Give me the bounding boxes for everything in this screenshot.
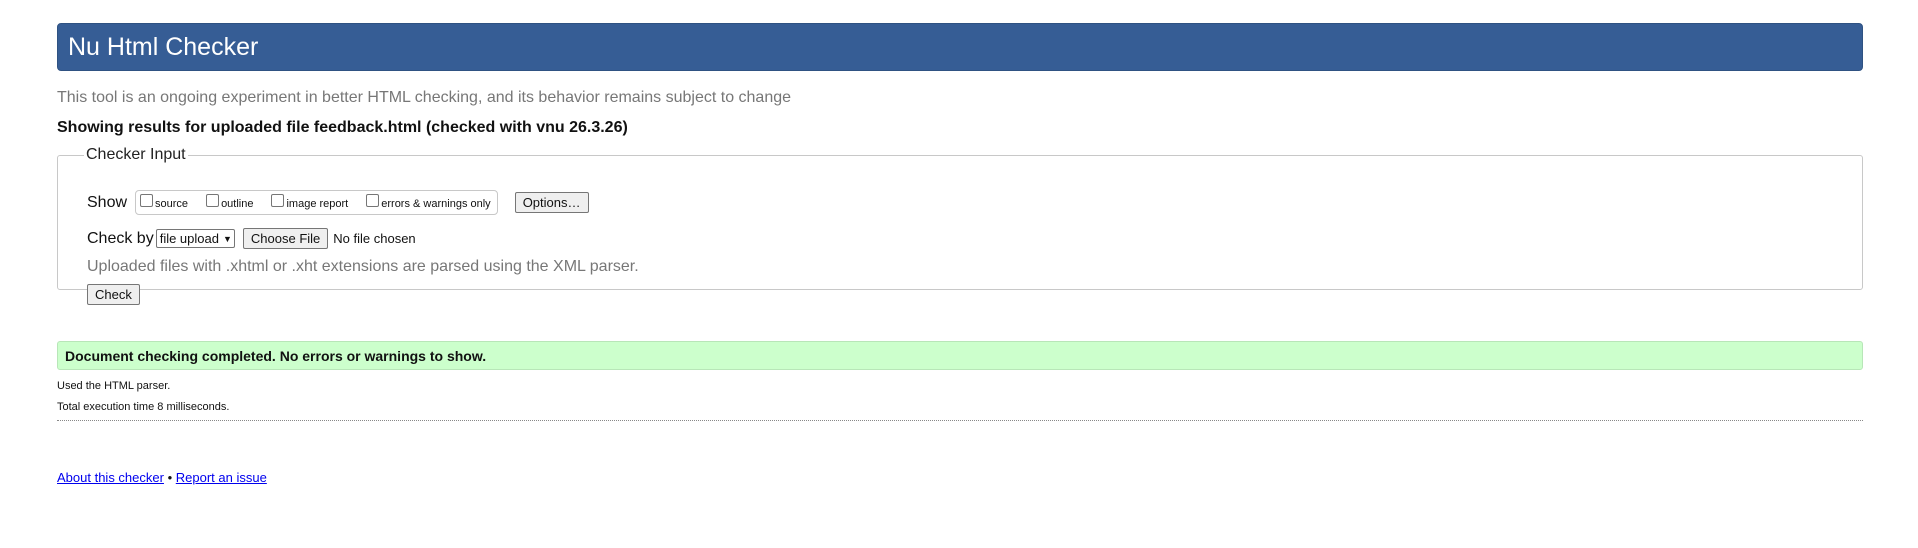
show-source-option[interactable]: source bbox=[140, 194, 189, 210]
outline-checkbox[interactable] bbox=[206, 194, 220, 207]
outline-checkbox-label: outline bbox=[221, 197, 254, 210]
about-checker-link[interactable]: About this checker bbox=[57, 470, 164, 485]
success-message: Document checking completed. No errors o… bbox=[57, 341, 1863, 370]
footer-separator: • bbox=[167, 470, 173, 485]
errors-warnings-only-checkbox[interactable] bbox=[366, 194, 380, 207]
checker-input-legend: Checker Input bbox=[86, 146, 186, 163]
report-issue-link[interactable]: Report an issue bbox=[176, 470, 267, 485]
no-file-chosen-text: No file chosen bbox=[333, 231, 416, 246]
parser-info: Used the HTML parser. bbox=[57, 380, 171, 392]
show-image-report-option[interactable]: image report bbox=[271, 194, 349, 210]
errors-warnings-only-checkbox-label: errors & warnings only bbox=[381, 197, 491, 210]
result-details: Used the HTML parser. Total execution ti… bbox=[57, 376, 1863, 418]
chevron-down-icon: ▼ bbox=[222, 233, 232, 244]
show-errors-warnings-option[interactable]: errors & warnings only bbox=[366, 194, 491, 210]
execution-time: Total execution time 8 milliseconds. bbox=[57, 401, 230, 413]
show-label: Show bbox=[87, 193, 128, 211]
intro-text: This tool is an ongoing experiment in be… bbox=[57, 89, 792, 106]
source-checkbox-label: source bbox=[155, 197, 189, 210]
check-by-select[interactable]: file upload ▼ bbox=[155, 229, 235, 248]
options-button[interactable]: Options… bbox=[514, 192, 589, 213]
check-button[interactable]: Check bbox=[87, 284, 140, 305]
choose-file-button[interactable]: Choose File bbox=[242, 228, 329, 249]
page-title: Nu Html Checker bbox=[68, 32, 259, 61]
check-by-label: Check by bbox=[87, 229, 154, 247]
submit-row: Check bbox=[87, 284, 140, 305]
show-row: Show source outline image report errors … bbox=[87, 190, 589, 215]
page-container: Nu Html Checker This tool is an ongoing … bbox=[57, 23, 1863, 485]
results-heading: Showing results for uploaded file feedba… bbox=[57, 119, 628, 136]
image-report-checkbox[interactable] bbox=[271, 194, 285, 207]
check-by-selected-value: file upload bbox=[159, 231, 219, 246]
image-report-checkbox-label: image report bbox=[286, 197, 349, 210]
checker-input-fieldset: Checker Input Show source outline image … bbox=[57, 146, 1863, 305]
dotted-divider bbox=[57, 420, 1863, 421]
xml-parser-note: Uploaded files with .xhtml or .xht exten… bbox=[87, 258, 639, 275]
footer: About this checker • Report an issue bbox=[57, 470, 1863, 485]
show-options-group: source outline image report errors & war… bbox=[135, 190, 498, 215]
source-checkbox[interactable] bbox=[140, 194, 154, 207]
show-outline-option[interactable]: outline bbox=[206, 194, 254, 210]
check-by-row: Check by file upload ▼ Choose File No fi… bbox=[87, 228, 416, 249]
page-header: Nu Html Checker bbox=[57, 23, 1863, 71]
